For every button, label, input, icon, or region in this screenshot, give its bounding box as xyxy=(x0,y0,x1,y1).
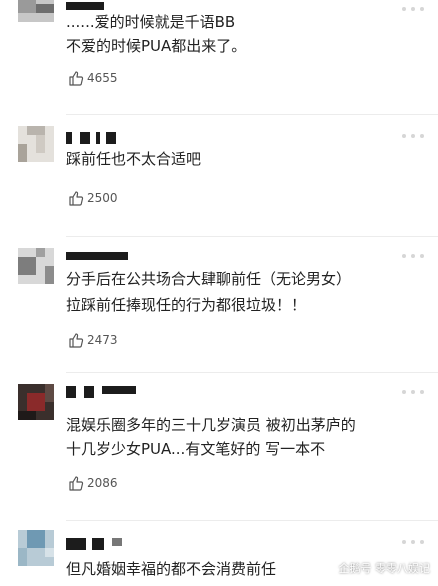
comment-item: 踩前任也不太合适吧 2500 xyxy=(0,118,438,238)
like-button[interactable]: 2473 xyxy=(68,330,118,350)
like-button[interactable]: 2086 xyxy=(68,473,118,493)
avatar[interactable] xyxy=(18,0,54,22)
avatar[interactable] xyxy=(18,530,54,566)
thumbs-up-icon xyxy=(68,332,84,348)
like-count: 2500 xyxy=(87,191,118,205)
comment-text-line: 十几岁少女PUA...有文笔好的 写一本不 xyxy=(66,440,326,458)
thumbs-up-icon xyxy=(68,70,84,86)
comment-item: 但凡婚姻幸福的都不会消费前任 xyxy=(0,524,438,586)
comment-text-line: 但凡婚姻幸福的都不会消费前任 xyxy=(66,560,277,578)
divider xyxy=(66,372,438,373)
more-dots-icon[interactable] xyxy=(402,5,424,13)
watermark: 企鹅号 零零八娱记 xyxy=(338,562,431,575)
comment-item: 分手后在公共场合大肆聊前任（无论男女） 拉踩前任捧现任的行为都很垃圾！！ 247… xyxy=(0,240,438,374)
comment-item: 混娱乐圈多年的三十几岁演员 被初出茅庐的 十几岁少女PUA...有文笔好的 写一… xyxy=(0,376,438,512)
more-dots-icon[interactable] xyxy=(402,538,424,546)
like-count: 2086 xyxy=(87,476,118,490)
avatar[interactable] xyxy=(18,384,54,420)
thumbs-up-icon xyxy=(68,475,84,491)
avatar[interactable] xyxy=(18,126,54,162)
like-count: 2473 xyxy=(87,333,118,347)
comment-text-line: ......爱的时候就是千语BB xyxy=(66,13,236,31)
more-dots-icon[interactable] xyxy=(402,252,424,260)
comment-text-line: 不爱的时候PUA都出来了。 xyxy=(66,37,247,55)
like-button[interactable]: 4655 xyxy=(68,68,118,88)
comment-text-line: 分手后在公共场合大肆聊前任（无论男女） xyxy=(66,270,352,288)
like-count: 4655 xyxy=(87,71,118,85)
avatar[interactable] xyxy=(18,248,54,284)
like-button[interactable]: 2500 xyxy=(68,188,118,208)
comment-text-line: 拉踩前任捧现任的行为都很垃圾！！ xyxy=(66,296,307,314)
comment-text-line: 踩前任也不太合适吧 xyxy=(66,150,202,168)
divider xyxy=(66,114,438,115)
comment-text-line: 混娱乐圈多年的三十几岁演员 被初出茅庐的 xyxy=(66,416,356,434)
comment-item: ......爱的时候就是千语BB 不爱的时候PUA都出来了。 4655 xyxy=(0,0,438,110)
more-dots-icon[interactable] xyxy=(402,132,424,140)
thumbs-up-icon xyxy=(68,190,84,206)
divider xyxy=(66,520,438,521)
more-dots-icon[interactable] xyxy=(402,388,424,396)
divider xyxy=(66,236,438,237)
